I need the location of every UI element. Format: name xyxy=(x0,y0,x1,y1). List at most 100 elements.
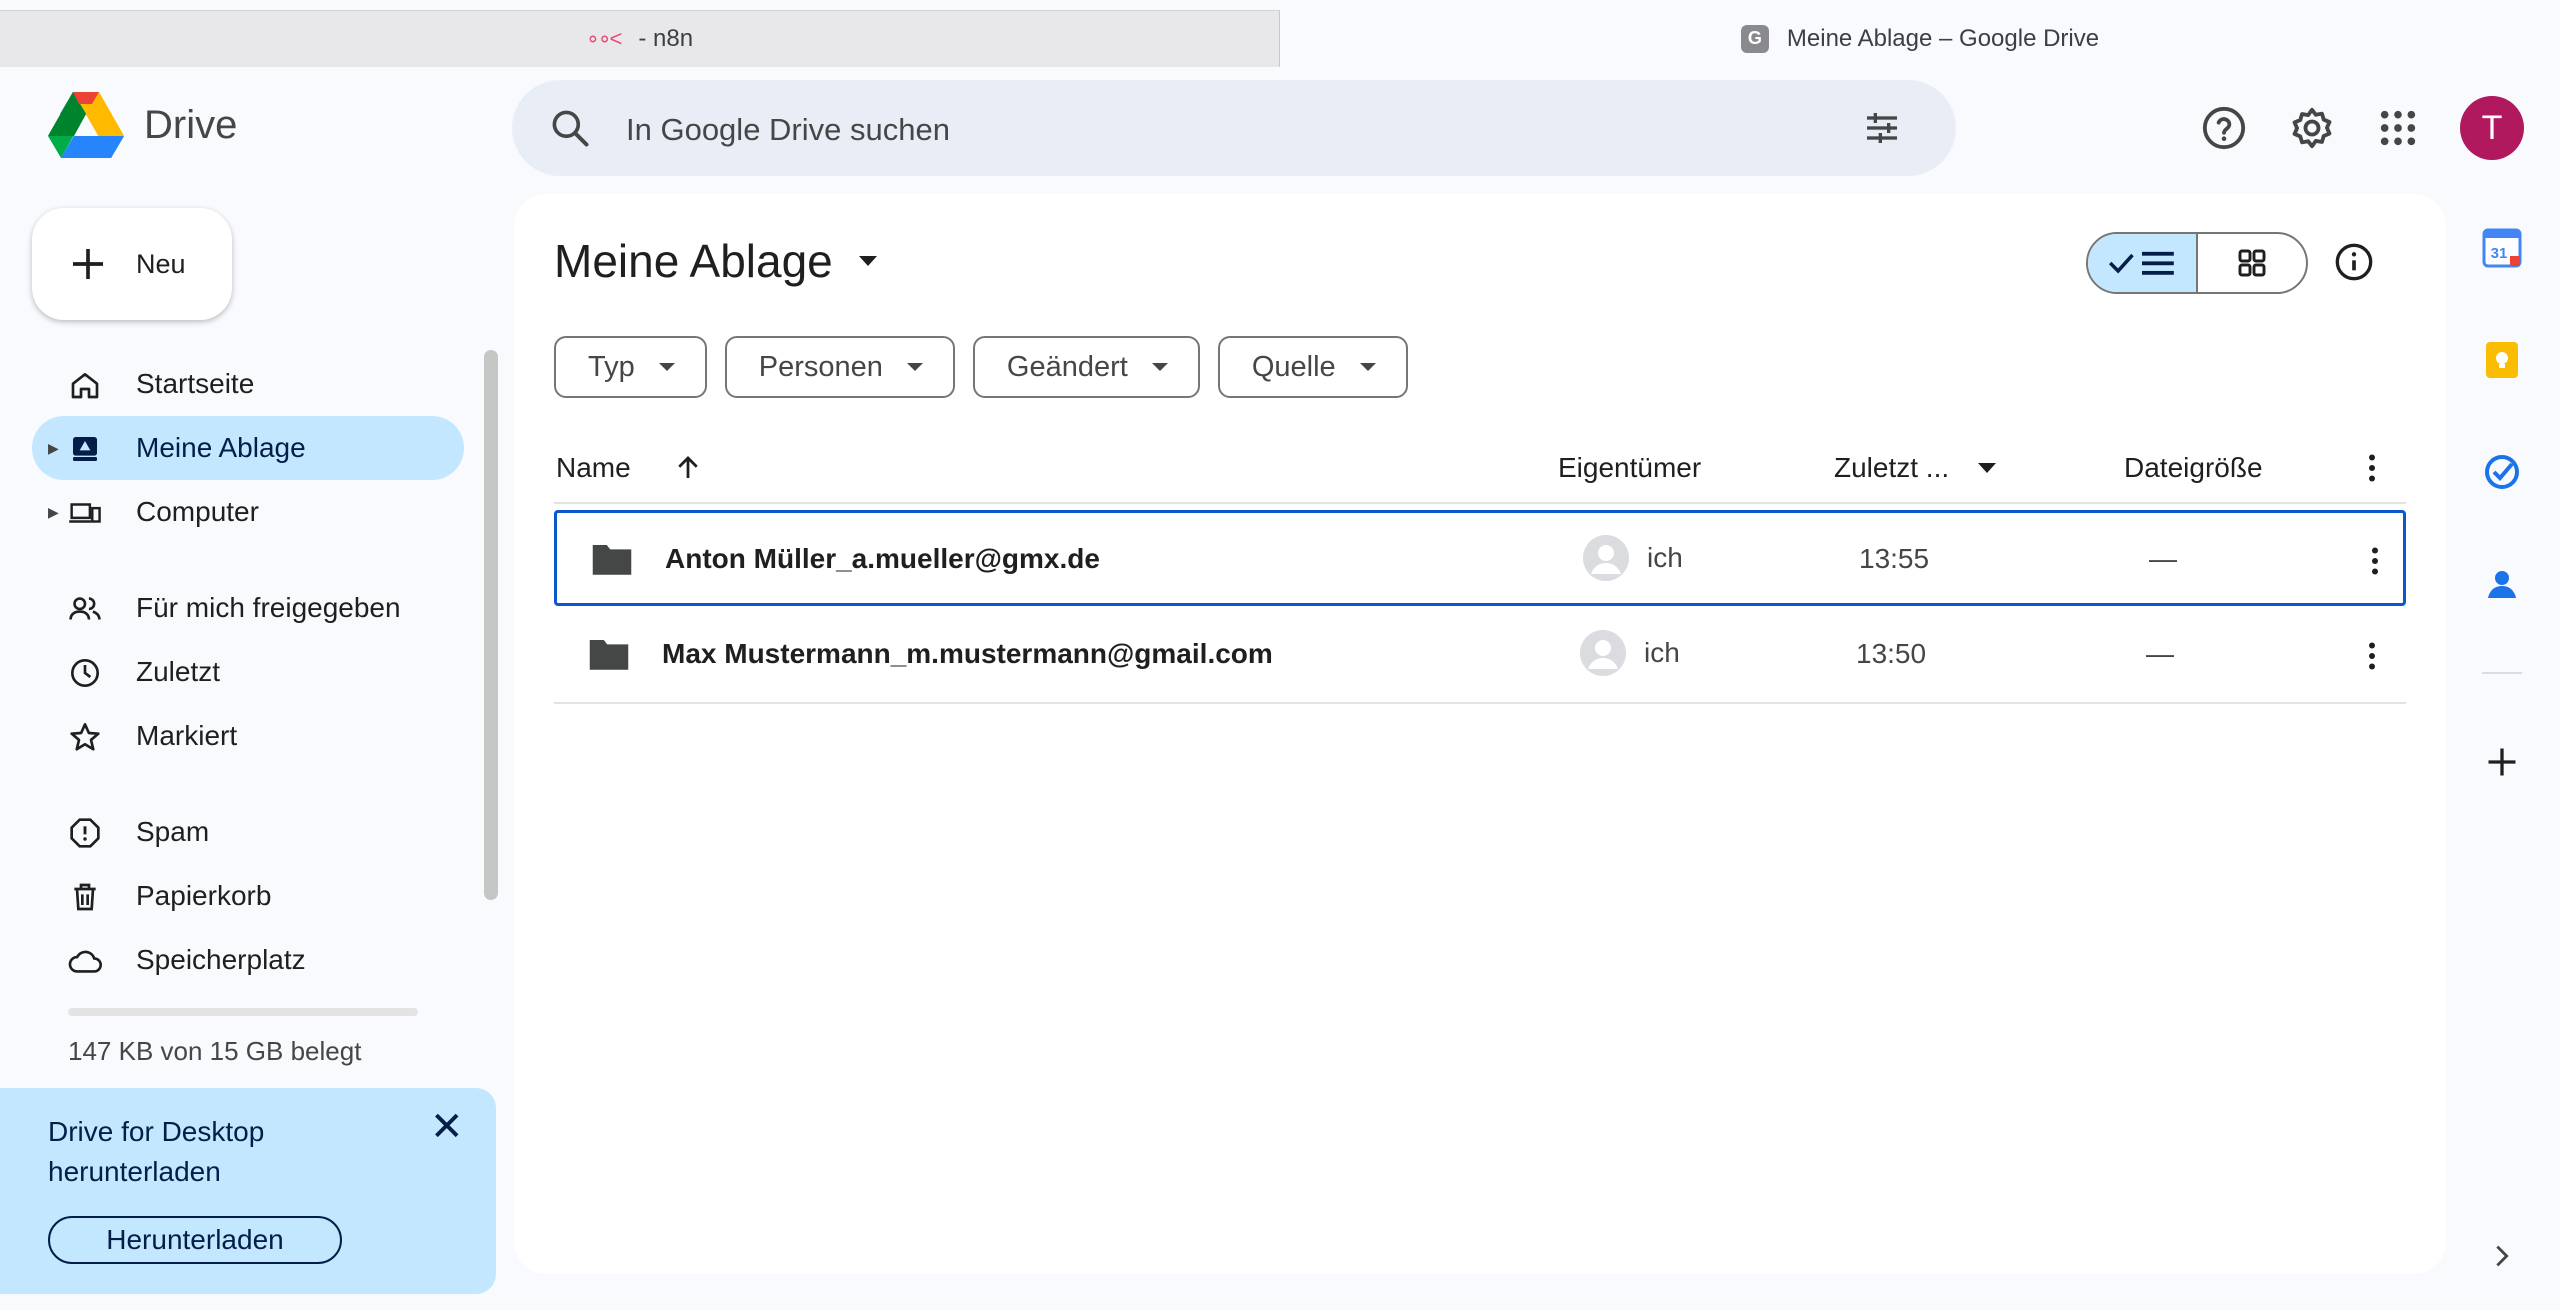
search-options-icon[interactable] xyxy=(1862,108,1902,153)
storage-text: 147 KB von 15 GB belegt xyxy=(68,1036,362,1066)
n8n-icon: ∘∘< xyxy=(585,26,622,51)
filter-chips: Typ Personen Geändert Quelle xyxy=(554,336,1408,398)
plus-icon xyxy=(73,249,103,279)
home-icon xyxy=(68,368,102,402)
cloud-icon xyxy=(68,944,102,978)
sidebar-item-computer[interactable]: ▶ Computer xyxy=(32,480,464,544)
sidebar-item-label: Computer xyxy=(136,496,259,527)
sidebar-item-label: Spam xyxy=(136,816,210,847)
sidebar-item-starred[interactable]: Markiert xyxy=(32,704,464,768)
grid-view-button[interactable] xyxy=(2198,234,2306,292)
column-label: Eigentümer xyxy=(1558,452,1702,483)
search-icon[interactable] xyxy=(548,106,592,155)
browser-tab-strip: ∘∘< - n8n G Meine Ablage – Google Drive xyxy=(0,0,2560,67)
dropdown-icon xyxy=(906,363,923,371)
folder-icon xyxy=(588,636,630,679)
owner-name: ich xyxy=(1647,542,1683,573)
settings-icon[interactable] xyxy=(2284,100,2340,156)
tab-label: Meine Ablage – Google Drive xyxy=(1786,24,2100,52)
modified-cell: 13:55 xyxy=(1859,543,1930,574)
table-header: Name Eigentümer Zuletzt ... Dateigröße xyxy=(554,438,2406,504)
main-panel: Meine Ablage Typ Personen Geändert Quell… xyxy=(514,194,2446,1274)
help-icon[interactable] xyxy=(2196,100,2252,156)
grid-icon xyxy=(2238,249,2266,277)
sidebar-item-my-drive[interactable]: ▶ Meine Ablage xyxy=(32,416,464,480)
account-avatar[interactable]: T xyxy=(2460,96,2524,160)
sidebar-item-spam[interactable]: Spam xyxy=(32,800,464,864)
arrow-up-icon[interactable] xyxy=(673,453,703,483)
app-name: Drive xyxy=(144,102,238,147)
info-icon[interactable] xyxy=(2334,242,2374,287)
dropdown-icon xyxy=(658,363,675,371)
column-owner[interactable]: Eigentümer xyxy=(1558,452,1701,484)
owner-cell: ich xyxy=(1580,630,1680,676)
download-button[interactable]: Herunterladen xyxy=(48,1216,342,1264)
filter-people[interactable]: Personen xyxy=(724,336,955,398)
column-name[interactable]: Name xyxy=(556,452,703,484)
file-name[interactable]: Anton Müller_a.mueller@gmx.de xyxy=(665,543,1100,575)
sidebar-item-storage[interactable]: Speicherplatz xyxy=(32,928,464,992)
sidebar-item-label: Speicherplatz xyxy=(136,944,306,975)
promo-title: Drive for Desktop herunterladen xyxy=(48,1116,265,1187)
column-modified[interactable]: Zuletzt ... xyxy=(1834,452,1997,484)
sidebar-item-shared[interactable]: Für mich freigegeben xyxy=(32,576,464,640)
sidebar-item-label: Für mich freigegeben xyxy=(136,592,401,623)
browser-tab-n8n[interactable]: ∘∘< - n8n xyxy=(0,10,1280,67)
add-icon[interactable] xyxy=(2482,742,2522,782)
file-name[interactable]: Max Mustermann_m.mustermann@gmail.com xyxy=(662,638,1273,670)
calendar-day: 31 xyxy=(2491,245,2508,262)
dropdown-icon xyxy=(1151,363,1168,371)
filter-label: Personen xyxy=(758,350,883,383)
sidebar-item-label: Markiert xyxy=(136,720,238,751)
filter-type[interactable]: Typ xyxy=(554,336,707,398)
new-button[interactable]: Neu xyxy=(32,208,232,320)
filter-label: Typ xyxy=(588,350,635,383)
apps-icon[interactable] xyxy=(2370,100,2426,156)
check-list-icon xyxy=(2108,251,2174,275)
search-bar[interactable]: In Google Drive suchen xyxy=(512,80,1956,176)
column-options-icon[interactable] xyxy=(2354,450,2390,486)
keep-icon[interactable] xyxy=(2482,340,2522,380)
tasks-icon[interactable] xyxy=(2482,452,2522,492)
spam-icon xyxy=(68,816,102,850)
tab-label: - n8n xyxy=(638,25,694,52)
table-row[interactable]: Anton Müller_a.mueller@gmx.de ich 13:55 … xyxy=(554,510,2406,606)
sidebar-item-trash[interactable]: Papierkorb xyxy=(32,864,464,928)
column-label: Zuletzt ... xyxy=(1834,452,1950,483)
chevron-right-icon[interactable] xyxy=(2482,1236,2522,1276)
column-size[interactable]: Dateigröße xyxy=(2124,452,2263,484)
owner-avatar-icon xyxy=(1580,630,1626,676)
clock-icon xyxy=(68,656,102,690)
view-toggle xyxy=(2086,232,2308,294)
browser-tab-drive[interactable]: G Meine Ablage – Google Drive xyxy=(1280,10,2560,67)
table-row[interactable]: Max Mustermann_m.mustermann@gmail.com ic… xyxy=(554,608,2406,704)
calendar-icon[interactable]: 31 xyxy=(2482,228,2522,268)
drive-logo[interactable]: Drive xyxy=(48,92,237,158)
page-title[interactable]: Meine Ablage xyxy=(554,234,879,288)
size-cell: — xyxy=(2149,543,2177,574)
rail-divider xyxy=(2482,672,2522,674)
my-drive-icon xyxy=(68,432,102,466)
owner-avatar-icon xyxy=(1583,535,1629,581)
dropdown-icon xyxy=(1359,363,1376,371)
caret-right-icon[interactable]: ▶ xyxy=(48,504,59,521)
sidebar-item-recent[interactable]: Zuletzt xyxy=(32,640,464,704)
dropdown-icon xyxy=(1978,463,1997,473)
sidebar-item-home[interactable]: Startseite xyxy=(32,352,464,416)
sidebar-item-label: Zuletzt xyxy=(136,656,221,687)
close-icon[interactable]: ✕ xyxy=(430,1104,464,1150)
contacts-icon[interactable] xyxy=(2482,564,2522,604)
owner-name: ich xyxy=(1644,637,1680,668)
list-view-button[interactable] xyxy=(2088,234,2198,292)
filter-modified[interactable]: Geändert xyxy=(972,336,1200,398)
more-options-icon[interactable] xyxy=(2354,638,2390,681)
caret-right-icon[interactable]: ▶ xyxy=(48,440,59,457)
search-input[interactable]: In Google Drive suchen xyxy=(626,112,950,148)
drive-logo-icon xyxy=(48,92,124,158)
storage-bar xyxy=(68,1008,418,1016)
sidebar-item-label: Papierkorb xyxy=(136,880,272,911)
new-button-label: Neu xyxy=(136,248,186,279)
sidebar-scrollbar[interactable] xyxy=(484,350,498,900)
more-options-icon[interactable] xyxy=(2357,543,2393,586)
filter-source[interactable]: Quelle xyxy=(1217,336,1408,398)
